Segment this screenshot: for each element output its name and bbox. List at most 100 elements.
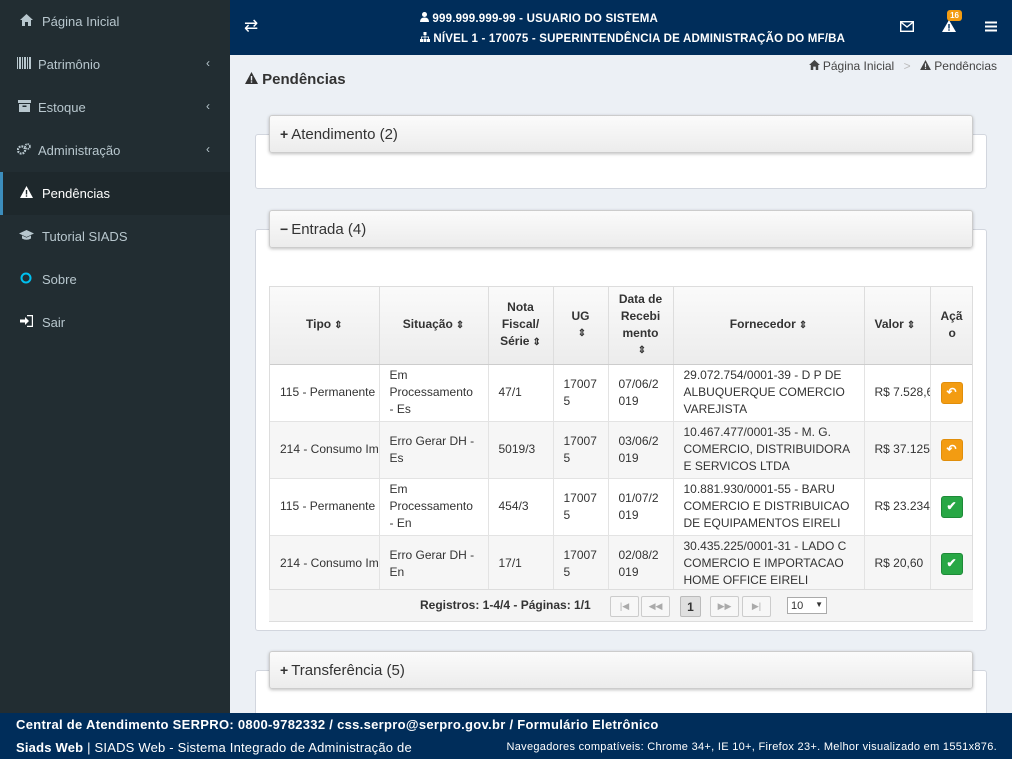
cell-data: 03/06/2 019 [608,421,674,479]
col-header-acao: Açã o [930,287,972,365]
cell-situacao: Erro Gerar DH - Es [379,421,489,479]
sign-out-icon [18,314,34,330]
cell-valor: R$ 20,60 [864,535,931,593]
home-icon [18,14,34,29]
breadcrumb-current: Pendências [934,59,997,73]
top-header: ⇄ 999.999.999-99 - USUARIO DO SISTEMA NÍ… [230,0,1012,55]
sidebar-item-tutorial-siads[interactable]: Tutorial SIADS [0,215,230,258]
cell-acao: ↶ [930,421,972,479]
cell-nota: 5019/3 [488,421,554,479]
footer-system: Siads Web | SIADS Web - Sistema Integrad… [16,740,412,755]
cell-valor: R$ 7.528,6 [864,364,931,422]
sidebar-item-administracao[interactable]: Administração ‹ [0,129,230,172]
breadcrumb-home-link[interactable]: Página Inicial [823,59,894,73]
check-icon: ✔ [946,499,957,513]
atendimento-panel-header[interactable]: + Atendimento (2) [269,115,973,153]
menu-button[interactable] [970,0,1012,55]
sitemap-icon [420,32,433,45]
sidebar-item-label: Tutorial SIADS [42,229,128,244]
cell-ug: 17007 5 [553,364,609,422]
approve-button[interactable]: ✔ [940,495,963,518]
graduation-cap-icon [18,229,34,244]
warning-icon [18,186,34,201]
warning-icon [920,59,934,73]
transferencia-panel-header[interactable]: + Transferência (5) [269,651,973,689]
hamburger-icon [985,19,997,36]
col-header-data-recebimento[interactable]: Data de Recebi mento ⇕ [608,287,674,365]
footer-system-text: | SIADS Web - Sistema Integrado de Admin… [83,740,412,755]
sort-icon: ⇕ [455,320,465,332]
cell-acao: ↶ [930,364,972,422]
level-line: NÍVEL 1 - 170075 - SUPERINTENDÊNCIA DE A… [433,33,846,45]
notifications-button[interactable]: 16 [928,0,970,55]
cell-acao: ✔ [930,478,972,536]
transferencia-panel-title: Transferência (5) [291,661,405,679]
page-size-select[interactable]: 10 ▼ [787,597,827,614]
sidebar-item-patrimonio[interactable]: Patrimônio ‹ [0,43,230,86]
sidebar-item-pendencias[interactable]: Pendências [0,172,230,215]
footer-brand: Siads Web [16,740,84,755]
col-header-nota-fiscal[interactable]: Nota Fiscal/Série ⇕ [488,287,554,365]
sidebar-item-estoque[interactable]: Estoque ‹ [0,86,230,129]
breadcrumb-separator: > [903,59,911,73]
current-page-button[interactable]: 1 [680,596,701,617]
cell-data: 02/08/2 019 [608,535,674,593]
home-icon [808,59,823,73]
table-row[interactable]: 115 - Permanente Em Processamento - Es 47/… [270,364,972,422]
cell-situacao: Em Processamento - Es [379,364,489,422]
cell-nota: 17/1 [488,535,554,593]
warning-icon [245,71,262,88]
sort-icon: ⇕ [532,337,541,349]
reply-button[interactable]: ↶ [940,438,963,461]
col-header-valor[interactable]: Valor ⇕ [864,287,931,365]
barcode-icon [16,57,32,72]
cell-tipo: 214 - Consumo Im [270,421,380,479]
table-row[interactable]: 115 - Permanente Em Processamento - En 454… [270,478,972,536]
sidebar-toggle-icon[interactable]: ⇄ [244,16,258,36]
warning-icon [942,19,956,36]
cell-fornecedor: 10.467.477/0001-35 - M. G. COMERCIO, DIST… [673,421,865,479]
sidebar-item-label: Estoque [38,100,86,115]
col-header-tipo[interactable]: Tipo ⇕ [270,287,380,365]
circle-icon [18,272,34,287]
table-row[interactable]: 214 - Consumo Im Erro Gerar DH - Es 5019/… [270,421,972,479]
sidebar-item-label: Sair [42,315,66,330]
entrada-table: Tipo ⇕ Situação ⇕ Nota Fiscal/Série ⇕ UG ⇕ Da… [270,287,972,593]
user-icon [420,12,432,25]
cell-situacao: Em Processamento - En [379,478,489,536]
cell-valor: R$ 37.125 [864,421,931,479]
last-page-button[interactable]: ▶| [742,596,771,617]
atendimento-panel-title: Atendimento (2) [291,125,398,143]
chevron-left-icon: ‹ [206,56,210,70]
entrada-table-wrapper[interactable]: Tipo ⇕ Situação ⇕ Nota Fiscal/Série ⇕ UG ⇕ Da… [269,286,973,622]
user-line: 999.999.999-99 - USUARIO DO SISTEMA [432,13,658,25]
cell-fornecedor: 30.435.225/0001-31 - LADO C COMERCIO E IM… [673,535,865,593]
sort-icon: ⇕ [798,320,808,332]
breadcrumb: Página Inicial > Pendências [808,59,997,73]
sort-icon: ⇕ [334,320,343,332]
prev-page-button[interactable]: ◀◀ [641,596,670,617]
sidebar-item-label: Pendências [42,186,110,201]
table-row[interactable]: 214 - Consumo Im Erro Gerar DH - En 17/1 … [270,535,972,593]
reply-icon: ↶ [946,442,957,456]
cell-tipo: 115 - Permanente [270,478,380,536]
col-header-situacao[interactable]: Situação ⇕ [379,287,489,365]
sidebar: Página Inicial Patrimônio ‹ Estoque ‹ Ad… [0,0,230,713]
first-page-button[interactable]: |◀ [610,596,639,617]
footer: Central de Atendimento SERPRO: 0800-9782… [0,713,1012,759]
sidebar-item-label: Sobre [42,272,77,287]
archive-icon [16,100,32,115]
sidebar-item-sobre[interactable]: Sobre [0,258,230,301]
col-header-fornecedor[interactable]: Fornecedor ⇕ [673,287,865,365]
sidebar-item-sair[interactable]: Sair [0,301,230,344]
footer-browsers: Navegadores compatíveis: Chrome 34+, IE … [506,741,997,753]
reply-button[interactable]: ↶ [940,381,963,404]
envelope-button[interactable] [886,0,928,55]
sidebar-item-pagina-inicial[interactable]: Página Inicial [0,0,230,43]
approve-button[interactable]: ✔ [940,552,963,575]
pager-info: Registros: 1-4/4 - Páginas: 1/1 [420,598,591,612]
next-page-button[interactable]: ▶▶ [710,596,739,617]
entrada-panel-header[interactable]: − Entrada (4) [269,210,973,248]
plus-icon: + [280,662,289,678]
col-header-ug[interactable]: UG ⇕ [553,287,609,365]
